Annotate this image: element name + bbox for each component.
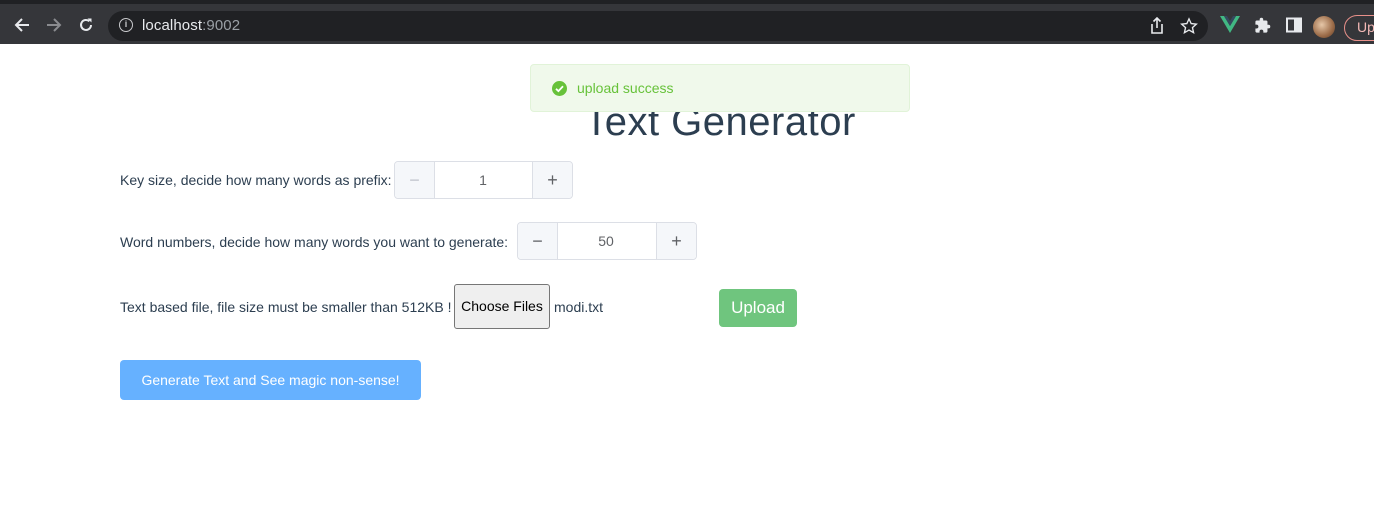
key-size-decrement-button[interactable]: − [395,162,435,198]
url-host: localhost [142,17,203,34]
reload-icon[interactable] [73,12,99,38]
url-port: :9002 [202,17,241,34]
key-size-increment-button[interactable]: + [532,162,572,198]
word-numbers-decrement-button[interactable]: − [518,223,558,259]
forward-arrow-icon[interactable] [41,12,67,38]
key-size-label: Key size, decide how many words as prefi… [120,172,392,188]
check-circle-icon [552,81,567,96]
info-icon[interactable]: i [119,18,133,32]
puzzle-extensions-icon[interactable] [1251,14,1273,36]
url-text[interactable]: localhost:9002 [142,17,240,34]
selected-file-name: modi.txt [554,299,604,315]
key-size-input[interactable]: 1 [435,162,531,198]
word-numbers-label: Word numbers, decide how many words you … [120,234,509,250]
word-numbers-increment-button[interactable]: + [656,223,696,259]
update-button[interactable]: Up [1344,15,1374,41]
choose-files-button[interactable]: Choose Files [454,284,550,329]
star-icon[interactable] [1178,15,1200,37]
back-arrow-icon[interactable] [9,12,35,38]
toast-message: upload success [577,80,674,96]
key-size-stepper[interactable]: − 1 + [394,161,573,199]
upload-success-toast: upload success [530,64,910,112]
sidepanel-icon[interactable] [1283,14,1305,36]
word-numbers-input[interactable]: 50 [558,223,654,259]
upload-button[interactable]: Upload [719,289,797,327]
profile-avatar[interactable] [1313,16,1335,38]
file-size-label: Text based file, file size must be small… [120,299,452,315]
share-icon[interactable] [1146,15,1168,37]
address-bar[interactable]: i localhost:9002 [108,11,1208,41]
word-numbers-stepper[interactable]: − 50 + [517,222,697,260]
generate-text-button[interactable]: Generate Text and See magic non-sense! [120,360,421,400]
vue-devtools-icon[interactable] [1219,14,1241,36]
browser-toolbar: i localhost:9002 Up [0,0,1374,44]
